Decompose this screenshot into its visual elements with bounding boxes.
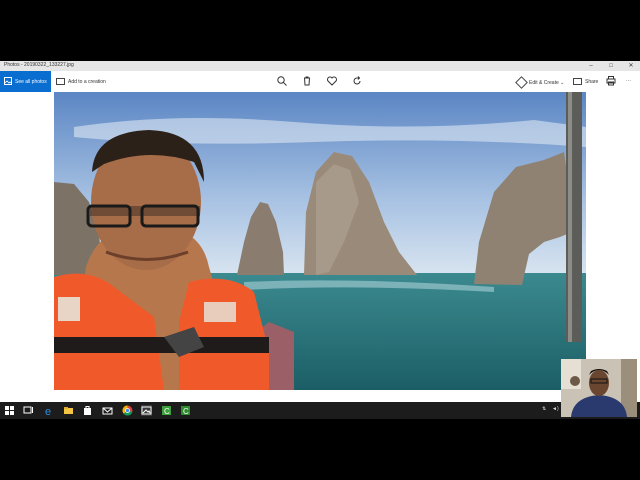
- camtasia-recorder-icon[interactable]: C: [180, 405, 191, 416]
- share-button[interactable]: Share: [573, 78, 598, 85]
- webcam-overlay: [561, 359, 637, 417]
- more-button[interactable]: ···: [626, 78, 631, 84]
- store-icon[interactable]: [82, 405, 93, 416]
- camtasia-icon[interactable]: C: [161, 405, 172, 416]
- minimize-button[interactable]: –: [584, 61, 598, 71]
- file-explorer-icon[interactable]: [63, 405, 74, 416]
- see-all-photos-button[interactable]: See all photos: [0, 71, 51, 92]
- start-icon[interactable]: [4, 405, 15, 416]
- taskbar: e C C ⇅ ◄): [0, 402, 640, 419]
- photo-image: [54, 92, 586, 390]
- zoom-icon[interactable]: [276, 75, 288, 87]
- edit-create-button[interactable]: Edit & Create ⌄: [515, 76, 565, 89]
- add-to-creation-button[interactable]: Add to a creation: [56, 78, 106, 85]
- see-all-photos-label: See all photos: [15, 79, 47, 85]
- svg-text:C: C: [183, 407, 189, 416]
- photos-app-icon[interactable]: [141, 405, 152, 416]
- maximize-button[interactable]: □: [604, 61, 618, 71]
- window-title: Photos - 20190322_133227.jpg: [4, 62, 74, 68]
- toolbar: See all photos Add to a creation Edit & …: [0, 71, 640, 92]
- photos-icon: [4, 77, 12, 85]
- close-button[interactable]: ✕: [624, 61, 638, 71]
- svg-text:e: e: [45, 406, 51, 416]
- creation-icon: [56, 78, 65, 85]
- chrome-icon[interactable]: [122, 405, 133, 416]
- heart-icon[interactable]: [326, 75, 338, 87]
- share-label: Share: [585, 78, 599, 85]
- printer-icon[interactable]: [605, 75, 617, 87]
- title-bar: Photos - 20190322_133227.jpg – □ ✕: [0, 61, 640, 71]
- photos-window: Photos - 20190322_133227.jpg – □ ✕ See a…: [0, 61, 640, 402]
- mail-icon[interactable]: [102, 405, 113, 416]
- network-icon[interactable]: ⇅: [542, 406, 546, 412]
- volume-icon[interactable]: ◄): [552, 406, 559, 412]
- svg-text:C: C: [164, 407, 170, 416]
- task-view-icon[interactable]: [23, 405, 34, 416]
- share-icon: [573, 78, 582, 85]
- edge-icon[interactable]: e: [44, 405, 55, 416]
- trash-icon[interactable]: [301, 75, 313, 87]
- add-to-creation-label: Add to a creation: [68, 78, 106, 85]
- edit-icon: [515, 76, 528, 89]
- chevron-down-icon: ⌄: [560, 79, 565, 86]
- edit-create-label: Edit & Create: [529, 79, 559, 86]
- rotate-icon[interactable]: [351, 75, 363, 87]
